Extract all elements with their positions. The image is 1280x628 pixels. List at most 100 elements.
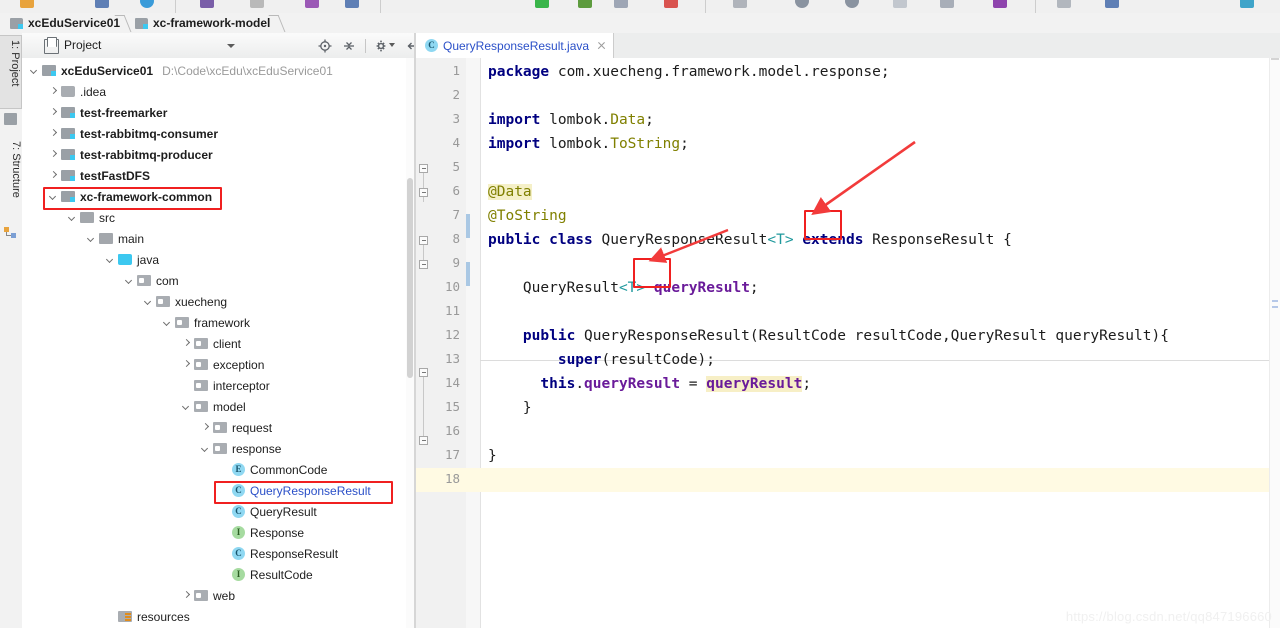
scrollbar-thumb[interactable] bbox=[407, 178, 413, 378]
close-icon[interactable] bbox=[596, 40, 607, 51]
tree-row[interactable]: model bbox=[22, 396, 414, 417]
tree-row[interactable]: xc-framework-common bbox=[22, 186, 414, 207]
locate-in-tree-button[interactable] bbox=[317, 38, 333, 54]
toolbar-icon-step[interactable] bbox=[893, 0, 907, 8]
tree-expand-toggle[interactable] bbox=[182, 339, 191, 348]
toolbar-icon-stop[interactable] bbox=[664, 0, 678, 8]
tree-row[interactable]: I Response bbox=[22, 522, 414, 543]
toolbar-icon-coverage[interactable] bbox=[614, 0, 628, 8]
tree-row[interactable]: interceptor bbox=[22, 375, 414, 396]
tree-expand-toggle[interactable] bbox=[68, 213, 77, 222]
tree-row[interactable]: test-rabbitmq-producer bbox=[22, 144, 414, 165]
tree-row[interactable]: E CommonCode bbox=[22, 459, 414, 480]
toolbar-icon-breakpoint-2[interactable] bbox=[845, 0, 859, 8]
tree-expand-toggle[interactable] bbox=[49, 171, 58, 180]
tree-expand-toggle[interactable] bbox=[144, 297, 153, 306]
code-token: = bbox=[680, 376, 707, 392]
tree-expand-toggle[interactable] bbox=[182, 360, 191, 369]
tree-expand-toggle[interactable] bbox=[106, 255, 115, 264]
toolbar-icon-sync[interactable] bbox=[140, 0, 154, 8]
toolbar-icon-undo[interactable] bbox=[200, 0, 214, 8]
code-line: @Data bbox=[488, 180, 532, 204]
tree-toggle-spacer bbox=[106, 612, 115, 621]
tree-expand-toggle[interactable] bbox=[182, 402, 191, 411]
tree-expand-toggle[interactable] bbox=[49, 150, 58, 159]
tree-row[interactable]: client bbox=[22, 333, 414, 354]
tree-expand-toggle[interactable] bbox=[49, 192, 58, 201]
code-editor[interactable]: 1 2 3 4 5 6 7 8 9 10 11 12 13 14 15 16 17 18 package com.… bbox=[416, 58, 1280, 628]
project-panel-title: Project bbox=[64, 38, 102, 52]
chevron-down-icon[interactable] bbox=[227, 44, 235, 48]
tree-row[interactable]: src bbox=[22, 207, 414, 228]
tree-row[interactable]: main bbox=[22, 228, 414, 249]
tree-expand-toggle[interactable] bbox=[163, 318, 172, 327]
settings-button[interactable] bbox=[374, 38, 390, 54]
toolbar-icon-redo[interactable] bbox=[250, 0, 264, 8]
code-text-area[interactable]: package com.xuecheng.framework.model.res… bbox=[480, 58, 1280, 628]
code-token: package bbox=[488, 64, 558, 80]
tree-row[interactable]: java bbox=[22, 249, 414, 270]
tree-expand-toggle[interactable] bbox=[125, 276, 134, 285]
tree-row[interactable]: test-freemarker bbox=[22, 102, 414, 123]
collapse-all-button[interactable] bbox=[341, 38, 357, 54]
tree-row[interactable]: C QueryResponseResult bbox=[22, 480, 414, 501]
toolbar-icon-chart[interactable] bbox=[95, 0, 109, 8]
tree-row[interactable]: exception bbox=[22, 354, 414, 375]
toolbar-icon-search[interactable] bbox=[1240, 0, 1254, 8]
editor-tab-queryresponseresult[interactable]: C QueryResponseResult.java bbox=[416, 33, 615, 58]
settings-dropdown-caret[interactable] bbox=[389, 43, 396, 49]
tree-row[interactable]: request bbox=[22, 417, 414, 438]
tree-row[interactable]: test-rabbitmq-consumer bbox=[22, 123, 414, 144]
tree-row[interactable]: com bbox=[22, 270, 414, 291]
tree-expand-toggle[interactable] bbox=[49, 108, 58, 117]
toolbar-icon-copy[interactable] bbox=[305, 0, 319, 8]
tree-row[interactable]: xuecheng bbox=[22, 291, 414, 312]
tree-node-label: framework bbox=[194, 315, 251, 330]
toolbar-icon-build[interactable] bbox=[733, 0, 747, 8]
tree-row[interactable]: web bbox=[22, 585, 414, 606]
code-token: Data bbox=[610, 112, 646, 128]
sidebar-item-structure[interactable]: 7: Structure bbox=[0, 137, 22, 223]
tree-row[interactable]: testFastDFS bbox=[22, 165, 414, 186]
breadcrumb-item-module[interactable]: xc-framework-model bbox=[135, 13, 270, 33]
toolbar-icon-paste[interactable] bbox=[345, 0, 359, 8]
tree-expand-toggle[interactable] bbox=[201, 423, 210, 432]
toolbar-icon-purple-tool[interactable] bbox=[993, 0, 1007, 8]
toolbar-icon-folder[interactable] bbox=[940, 0, 954, 8]
tree-row[interactable]: C ResponseResult bbox=[22, 543, 414, 564]
toolbar-icon-save[interactable] bbox=[20, 0, 34, 8]
scrollbar-thumb[interactable] bbox=[1271, 58, 1279, 60]
tree-row[interactable]: .idea bbox=[22, 81, 414, 102]
tree-row[interactable]: I ResultCode bbox=[22, 564, 414, 585]
project-tree[interactable]: xcEduService01 D:\Code\xcEdu\xcEduService… bbox=[22, 58, 414, 628]
tree-expand-toggle[interactable] bbox=[182, 591, 191, 600]
project-tree-scrollbar[interactable] bbox=[406, 58, 414, 628]
editor-fold-column[interactable] bbox=[466, 58, 481, 628]
tree-row[interactable]: resources bbox=[22, 606, 414, 627]
sidebar-item-project[interactable]: 1: Project bbox=[0, 35, 22, 109]
tree-expand-toggle[interactable] bbox=[201, 444, 210, 453]
toolbar-icon-debug[interactable] bbox=[578, 0, 592, 8]
breadcrumb-item-project[interactable]: xcEduService01 bbox=[10, 13, 120, 33]
toolbar-icon-refresh[interactable] bbox=[1057, 0, 1071, 8]
main-toolbar[interactable] bbox=[0, 0, 1280, 14]
tool-tab-label: 1: Project bbox=[9, 40, 21, 87]
toolbar-icon-run[interactable] bbox=[535, 0, 549, 8]
code-line: this.queryResult = queryResult; bbox=[488, 372, 811, 396]
toolbar-icon-misc[interactable] bbox=[1105, 0, 1119, 8]
tree-expand-toggle[interactable] bbox=[49, 87, 58, 96]
editor-scrollbar[interactable] bbox=[1269, 58, 1280, 628]
tree-expand-toggle[interactable] bbox=[49, 129, 58, 138]
tree-row[interactable]: framework bbox=[22, 312, 414, 333]
tree-row[interactable]: C QueryResult bbox=[22, 501, 414, 522]
tree-row[interactable]: xcEduService01 D:\Code\xcEdu\xcEduService… bbox=[22, 60, 414, 81]
tree-node-label: java bbox=[137, 252, 160, 267]
code-token: import bbox=[488, 136, 550, 152]
tree-row[interactable]: response bbox=[22, 438, 414, 459]
navigation-bar[interactable]: xcEduService01 xc-framework-model bbox=[0, 13, 1280, 34]
toolbar-icon-breakpoint[interactable] bbox=[795, 0, 809, 8]
tree-expand-toggle[interactable] bbox=[87, 234, 96, 243]
tree-expand-toggle[interactable] bbox=[30, 66, 39, 75]
toolbar-separator-4 bbox=[1035, 0, 1036, 13]
